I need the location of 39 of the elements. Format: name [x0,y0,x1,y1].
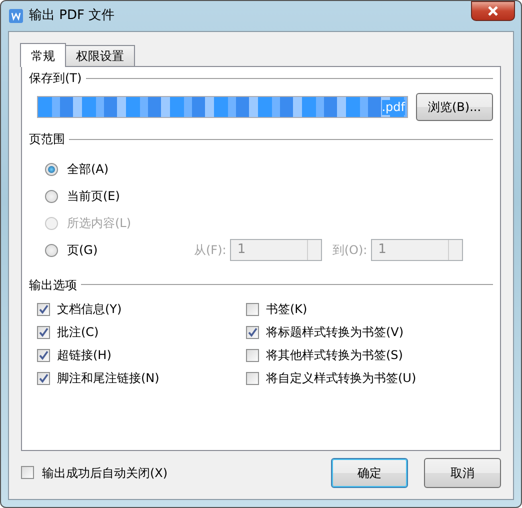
checkbox[interactable] [246,326,259,340]
checkbox[interactable] [37,303,50,316]
checkbox[interactable] [37,326,50,340]
radio-label: 页(G) [67,243,99,258]
section-label: 输出选项 [29,278,77,292]
close-button[interactable] [471,1,515,21]
checkbox[interactable] [246,372,259,386]
checkbox[interactable] [37,349,50,362]
ok-button[interactable]: 确定 [331,458,408,488]
checkbox-label: 输出成功后自动关闭(X) [42,466,168,480]
section-label: 保存到(T) [29,71,82,86]
radio-label: 全部(A) [67,162,110,176]
checkbox-label: 批注(C) [57,325,99,340]
window-title: 输出 PDF 文件 [29,8,115,24]
checkbox[interactable] [37,372,50,386]
tab[interactable]: 权限设置 [65,45,135,66]
checkbox[interactable] [246,349,259,362]
checkbox-label: 书签(K) [266,302,308,317]
checkbox-label: 文档信息(Y) [57,302,122,317]
field-label: 到(O): [332,243,368,258]
checkbox-label: 脚注和尾注链接(N) [57,371,160,386]
radio-button[interactable] [45,190,58,203]
checkbox-label: 超链接(H) [57,348,112,363]
checkbox-label: 将其他样式转换为书签(S) [266,348,403,363]
radio-button[interactable] [45,162,58,176]
close-icon [487,6,499,16]
radio-label: 当前页(E) [67,189,121,204]
checkbox-label: 将标题样式转换为书签(V) [266,325,404,340]
checkbox[interactable] [21,466,34,480]
tab[interactable]: 常规 [20,43,66,67]
checkbox[interactable] [246,303,259,316]
field-label: 从(F): [194,243,226,258]
radio-button[interactable] [45,244,58,257]
section-label: 页范围 [29,132,65,147]
browse-button[interactable]: 浏览(B)... [416,93,493,122]
app-icon [9,9,23,23]
radio-label: 所选内容(L) [67,216,132,230]
checkbox-label: 将自定义样式转换为书签(U) [266,371,416,386]
cancel-button[interactable]: 取消 [424,458,501,488]
